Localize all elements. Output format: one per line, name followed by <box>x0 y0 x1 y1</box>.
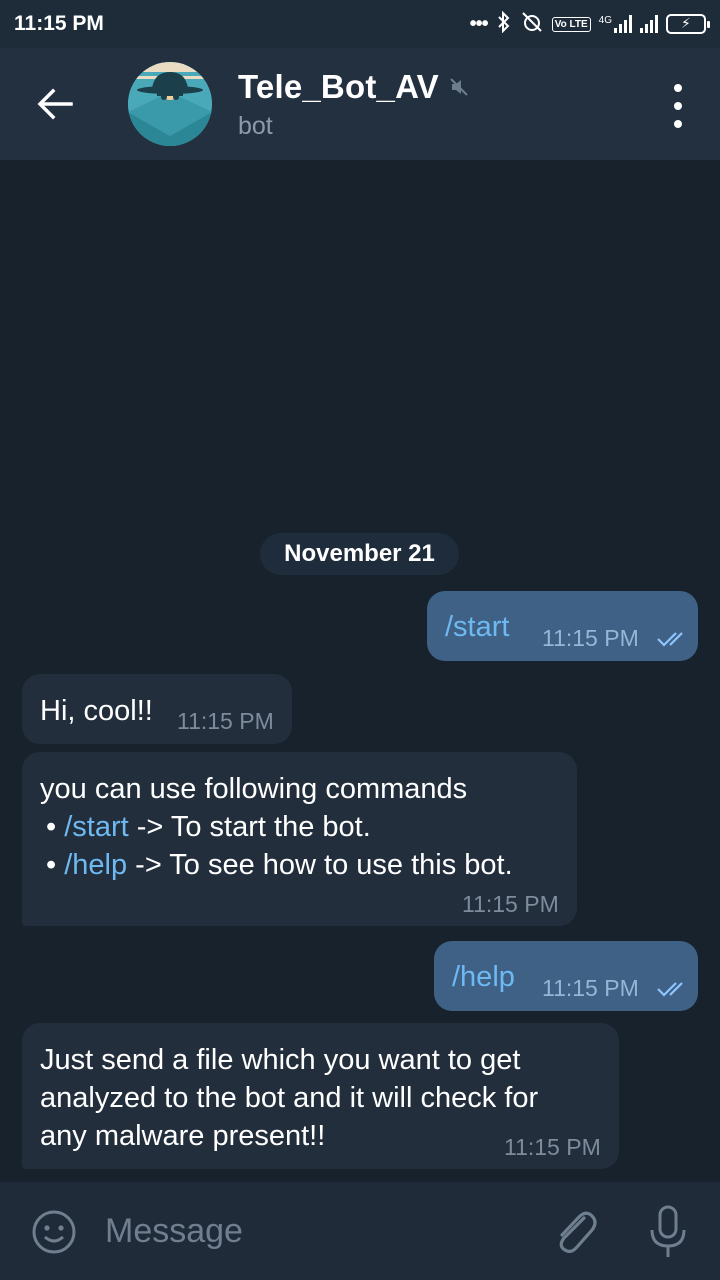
back-button[interactable] <box>0 48 110 160</box>
command-description: -> To start the bot. <box>128 811 371 843</box>
signal-icon <box>640 15 658 33</box>
back-arrow-icon <box>37 88 73 120</box>
outgoing-message[interactable]: /start 11:15 PM <box>427 591 698 661</box>
bluetooth-icon <box>496 10 512 38</box>
more-options-button[interactable] <box>666 84 690 128</box>
message-time: 11:15 PM <box>504 1134 601 1160</box>
outgoing-message[interactable]: /help 11:15 PM <box>434 941 698 1011</box>
help-command-link[interactable]: /help <box>64 849 127 881</box>
message-input-bar: Message <box>0 1182 720 1280</box>
status-icons: ••• Vo LTE 4G ⚡ <box>469 10 710 38</box>
network-label: 4G <box>598 15 612 26</box>
status-bar: 11:15 PM ••• Vo LTE 4G ⚡ <box>0 0 720 48</box>
message-line: any malware present!! <box>40 1120 326 1152</box>
chat-title-block[interactable]: Tele_Bot_AV bot <box>238 68 469 141</box>
muted-icon <box>450 77 468 96</box>
message-line: analyzed to the bot and it will check fo… <box>40 1082 539 1114</box>
more-dots-icon: ••• <box>469 12 489 35</box>
message-time: 11:15 PM <box>177 708 274 734</box>
message-input[interactable]: Message <box>105 1212 243 1251</box>
battery-charging-icon: ⚡ <box>666 14 710 34</box>
read-ticks-icon <box>657 632 683 647</box>
message-time: 11:15 PM <box>542 625 639 651</box>
message-command[interactable]: /help <box>452 958 515 996</box>
incoming-message[interactable]: Hi, cool!! 11:15 PM <box>22 674 292 744</box>
signal-4g-icon: 4G <box>599 15 632 33</box>
chat-header: Tele_Bot_AV bot <box>0 48 720 160</box>
command-list-item: • /help -> To see how to use this bot. <box>46 846 513 884</box>
status-time: 11:15 PM <box>14 12 104 35</box>
start-command-link[interactable]: /start <box>64 811 128 843</box>
chat-subtitle: bot <box>238 111 273 140</box>
paperclip-icon <box>559 1211 597 1254</box>
attach-button[interactable] <box>550 1204 600 1258</box>
bullet: • <box>46 849 57 881</box>
command-description: -> To see how to use this bot. <box>127 849 513 881</box>
message-time: 11:15 PM <box>462 891 559 917</box>
menu-dot-icon <box>674 84 682 92</box>
bot-avatar[interactable] <box>128 62 212 146</box>
message-text: Hi, cool!! <box>40 695 153 727</box>
bullet: • <box>46 811 57 843</box>
incoming-message[interactable]: Just send a file which you want to get a… <box>22 1023 619 1169</box>
date-separator: November 21 <box>260 533 459 575</box>
emoji-icon <box>32 1210 76 1254</box>
command-list-item: • /start -> To start the bot. <box>46 808 371 846</box>
voice-button[interactable] <box>646 1204 690 1260</box>
message-time: 11:15 PM <box>542 975 639 1001</box>
read-ticks-icon <box>657 982 683 997</box>
message-line: Just send a file which you want to get <box>40 1044 521 1076</box>
chat-title: Tele_Bot_AV <box>238 67 439 105</box>
emoji-button[interactable] <box>30 1208 78 1256</box>
message-command[interactable]: /start <box>445 608 509 646</box>
incoming-message[interactable]: you can use following commands • /start … <box>22 752 577 926</box>
microphone-icon <box>650 1205 686 1257</box>
alarm-off-icon <box>520 11 544 38</box>
volte-icon: Vo LTE <box>551 16 591 32</box>
message-intro: you can use following commands <box>40 773 468 805</box>
